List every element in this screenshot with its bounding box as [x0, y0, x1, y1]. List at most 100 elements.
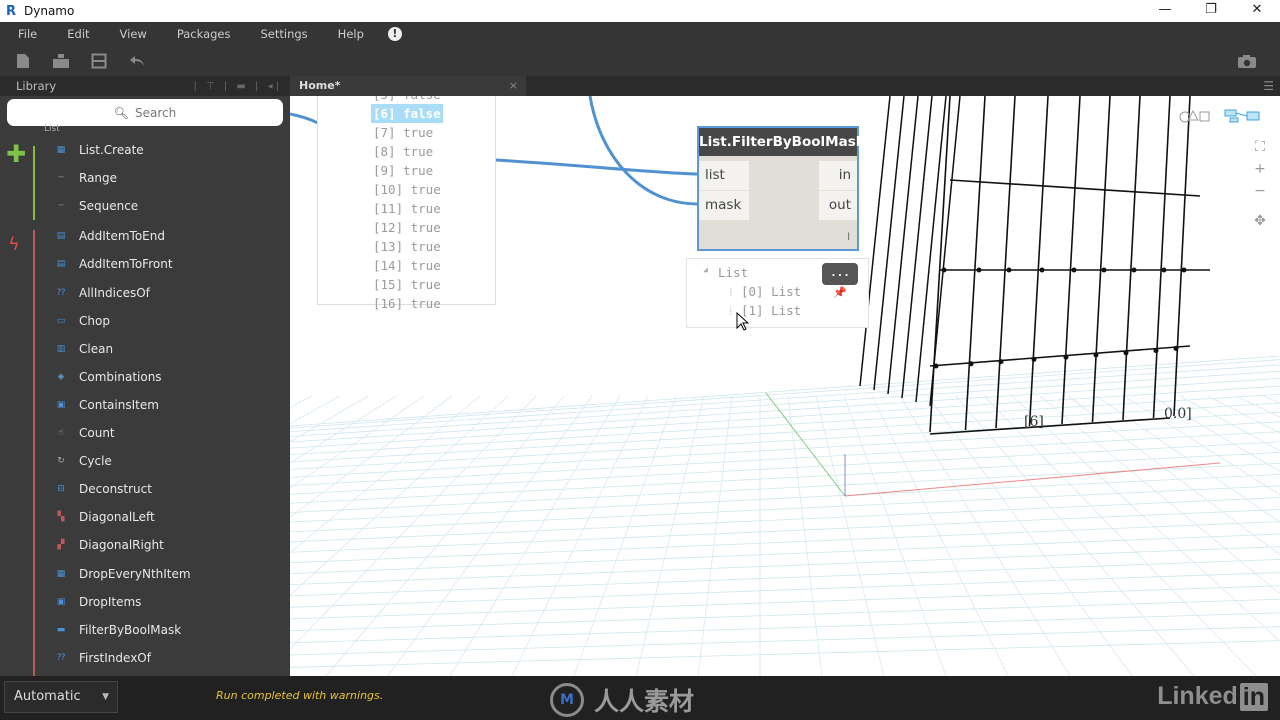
pan-icon[interactable]: ✥: [1246, 210, 1274, 232]
notification-icon[interactable]: !: [387, 27, 402, 41]
input-port-list[interactable]: list: [699, 161, 749, 190]
wire-line: [1152, 96, 1171, 419]
library-item-filterbyboolmask[interactable]: ▬ FilterByBoolMask: [52, 616, 181, 644]
library-item-dropeverynthitem[interactable]: ▦ DropEveryNthItem: [52, 560, 191, 588]
library-item-diagonalleft[interactable]: ▚ DiagonalLeft: [52, 503, 155, 531]
tab-close-icon[interactable]: ×: [509, 76, 518, 96]
expand-icon[interactable]: ◢: [703, 265, 708, 274]
watch-list-item[interactable]: [7] true: [373, 123, 433, 142]
library-item-allindicesof[interactable]: ⁇ AllIndicesOf: [52, 279, 150, 307]
window-title: Dynamo: [24, 4, 75, 18]
watch-list-item[interactable]: [9] true: [373, 161, 433, 180]
menu-settings[interactable]: Settings: [261, 27, 308, 41]
library-item-list-create[interactable]: ▦ List.Create: [52, 136, 144, 164]
point-marker: [1063, 354, 1069, 360]
save-button[interactable]: [80, 49, 118, 73]
grid-line: [449, 395, 621, 676]
minimize-button[interactable]: —: [1142, 0, 1188, 22]
new-file-button[interactable]: [4, 49, 42, 73]
workspace-canvas[interactable]: [5] false[6] false[7] true[8] true[9] tr…: [290, 96, 1280, 676]
library-view-controls[interactable]: | ⊤ | ▬ | ◂|: [193, 81, 282, 92]
geometry-view-icon[interactable]: [1178, 108, 1212, 124]
point-marker: [1006, 267, 1012, 273]
grid-line: [290, 395, 313, 408]
y-axis-line: [765, 392, 846, 497]
toolbar: [0, 46, 1280, 76]
input-port-mask[interactable]: mask: [699, 191, 749, 220]
library-item-sequence[interactable]: ┈ Sequence: [52, 192, 138, 220]
library-item-dropitems[interactable]: ▣ DropItems: [52, 588, 142, 616]
pin-preview-button[interactable]: ... 📌: [822, 263, 858, 299]
node-filter-by-bool-mask[interactable]: List.FilterByBoolMask list mask in out l: [697, 126, 865, 251]
library-item-additemtoend[interactable]: ▤ AddItemToEnd: [52, 222, 165, 250]
wire-line: [887, 96, 919, 395]
undo-button[interactable]: [118, 49, 156, 73]
watch-list-item[interactable]: [8] true: [373, 142, 433, 161]
library-item-cycle[interactable]: ↻ Cycle: [52, 447, 112, 475]
restore-button[interactable]: ❐: [1188, 0, 1234, 22]
menu-help[interactable]: Help: [338, 27, 364, 41]
library-item-additemtofront[interactable]: ▤ AddItemToFront: [52, 250, 173, 278]
point-label: [6]: [1024, 414, 1044, 430]
graph-view-icon[interactable]: [1224, 108, 1260, 124]
watch-list-item-selected[interactable]: [6] false: [371, 104, 443, 123]
close-button[interactable]: ✕: [1234, 0, 1280, 22]
zoom-to-fit-icon[interactable]: ⛶: [1246, 136, 1274, 158]
node-title[interactable]: List.FilterByBoolMask: [699, 128, 865, 156]
library-item-label: ContainsItem: [79, 397, 159, 412]
watch-list-panel[interactable]: [5] false[6] false[7] true[8] true[9] tr…: [317, 96, 496, 311]
clean-icon: ▥: [56, 343, 66, 354]
zoom-out-icon[interactable]: −: [1246, 180, 1274, 202]
create-category-icon: ✚: [6, 140, 27, 168]
watch-list-item[interactable]: [10] true: [373, 180, 441, 199]
output-port-in[interactable]: in: [819, 161, 857, 190]
grid-line: [290, 626, 1280, 656]
grid-line: [290, 355, 1280, 427]
grid-line: [1151, 395, 1280, 472]
library-item-range[interactable]: ┄ Range: [52, 164, 117, 192]
menu-view[interactable]: View: [120, 27, 147, 41]
grid-line: [1207, 395, 1280, 434]
camera-icon: [1238, 54, 1256, 68]
ground-grid: [290, 355, 1280, 676]
library-item-containsitem[interactable]: ▣ ContainsItem: [52, 391, 159, 419]
library-item-clean[interactable]: ▥ Clean: [52, 335, 113, 363]
library-item-deconstruct[interactable]: ⊟ Deconstruct: [52, 475, 152, 503]
point-marker: [1123, 350, 1129, 356]
watch-list-item[interactable]: [5] false: [373, 96, 441, 104]
node-preview-bubble[interactable]: ◢ List ⁞ [0] List ⁞ [1] List ... 📌: [686, 258, 869, 328]
hamburger-menu-icon[interactable]: ☰: [1263, 79, 1274, 93]
library-item-chop[interactable]: ▭ Chop: [52, 307, 110, 335]
watch-list-item[interactable]: [11] true: [373, 199, 441, 218]
library-item-combinations[interactable]: ◈ Combinations: [52, 363, 162, 391]
watch-list-item[interactable]: [12] true: [373, 218, 441, 237]
menu-packages[interactable]: Packages: [177, 27, 231, 41]
screenshot-button[interactable]: [1228, 49, 1266, 73]
output-port-out[interactable]: out: [819, 191, 857, 220]
tab-home[interactable]: Home* ×: [290, 76, 526, 96]
grid-line: [290, 497, 1280, 543]
menu-edit[interactable]: Edit: [67, 27, 89, 41]
library-item-count[interactable]: ☝ Count: [52, 419, 114, 447]
open-file-button[interactable]: [42, 49, 80, 73]
diagonalleft-icon: ▚: [57, 512, 65, 523]
library-item-label: List.Create: [79, 143, 144, 157]
menu-file[interactable]: File: [18, 27, 37, 41]
watch-list-item[interactable]: [15] true: [373, 275, 441, 294]
watch-list-item[interactable]: [13] true: [373, 237, 441, 256]
additemtofront-icon: ▤: [56, 259, 66, 270]
grid-line: [290, 370, 1280, 437]
library-item-firstindexof[interactable]: ⁇ FirstIndexOf: [52, 644, 151, 672]
search-icon: 🔍︎: [113, 105, 129, 120]
count-icon: ☝: [58, 428, 64, 438]
run-mode-select[interactable]: Automatic ▼: [4, 681, 118, 713]
library-item-diagonalright[interactable]: ▞ DiagonalRight: [52, 531, 164, 559]
watch-list-item[interactable]: [14] true: [373, 256, 441, 275]
category-list[interactable]: List: [44, 124, 60, 134]
library-search-input[interactable]: 🔍︎ Search: [7, 99, 283, 126]
lacing-indicator[interactable]: l: [847, 232, 850, 243]
undo-icon: [130, 56, 144, 66]
watch-list-item[interactable]: [16] true: [373, 294, 441, 313]
library-title: Library: [16, 79, 57, 93]
zoom-in-icon[interactable]: +: [1246, 158, 1274, 180]
